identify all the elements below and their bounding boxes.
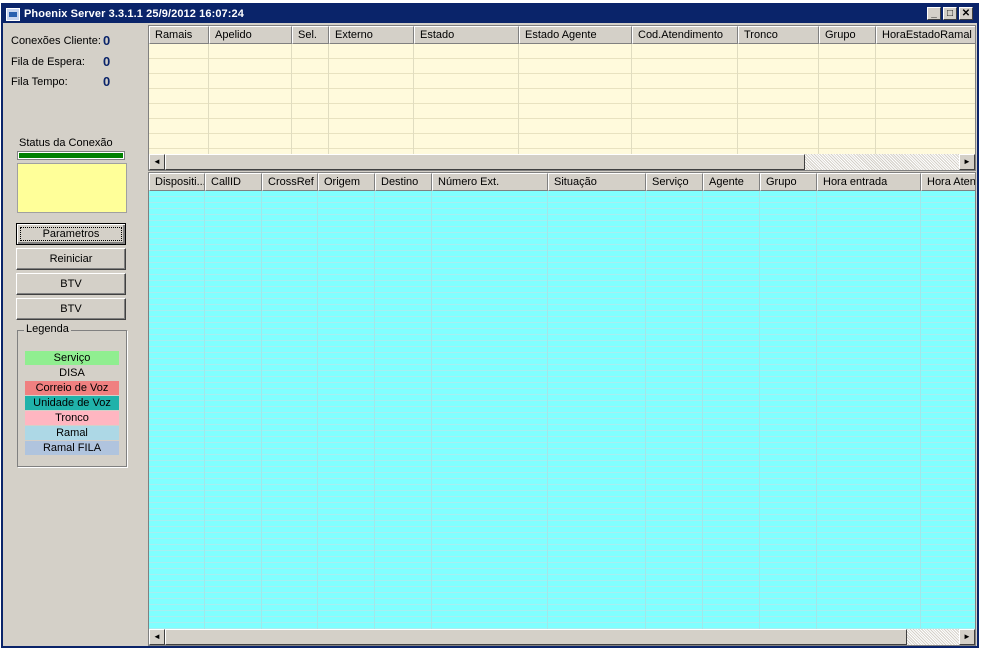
ramais-grid[interactable]: Ramais Apelido Sel. Externo Estado Estado Age… xyxy=(148,25,976,171)
title-bar[interactable]: Phoenix Server 3.3.1.1 25/9/2012 16:07:2… xyxy=(3,5,977,23)
column-header[interactable]: Grupo xyxy=(760,173,817,191)
column-divider xyxy=(328,44,329,154)
column-header[interactable]: Serviço xyxy=(646,173,703,191)
legend-title: Legenda xyxy=(24,323,71,335)
column-divider xyxy=(518,44,519,154)
btv-button-1[interactable]: BTV xyxy=(16,273,126,295)
column-divider xyxy=(875,44,876,154)
column-divider xyxy=(431,191,432,629)
scroll-left-icon[interactable]: ◄ xyxy=(149,629,165,645)
column-header[interactable]: Hora Atend xyxy=(921,173,975,191)
scroll-thumb[interactable] xyxy=(165,629,907,645)
parametros-button[interactable]: Parametros xyxy=(16,223,126,245)
column-divider xyxy=(261,191,262,629)
legend-item: Ramal xyxy=(25,426,119,440)
column-header[interactable]: Externo xyxy=(329,26,414,44)
window-title: Phoenix Server 3.3.1.1 25/9/2012 16:07:2… xyxy=(24,8,244,20)
stat-label: Fila Tempo: xyxy=(11,75,68,88)
column-divider xyxy=(631,44,632,154)
stat-value: 0 xyxy=(103,54,111,69)
scroll-right-icon[interactable]: ► xyxy=(959,629,975,645)
calls-grid[interactable]: Dispositi... CallID CrossRef Origem Destino N… xyxy=(148,172,976,646)
ramais-grid-rows xyxy=(149,44,975,154)
column-header[interactable]: Grupo xyxy=(819,26,876,44)
calls-grid-header: Dispositi... CallID CrossRef Origem Destino N… xyxy=(149,173,975,191)
app-window: Phoenix Server 3.3.1.1 25/9/2012 16:07:2… xyxy=(1,3,979,648)
column-header[interactable]: Agente xyxy=(703,173,760,191)
column-header[interactable]: Cod.Atendimento xyxy=(632,26,738,44)
column-header[interactable]: Estado xyxy=(414,26,519,44)
column-header[interactable]: Origem xyxy=(318,173,375,191)
scroll-thumb[interactable] xyxy=(165,154,805,170)
column-header[interactable]: Hora entrada xyxy=(817,173,921,191)
column-header[interactable]: Tronco xyxy=(738,26,819,44)
left-panel: Conexões Cliente: 0 Fila de Espera: 0 Fi… xyxy=(3,23,145,646)
legend-item: Unidade de Voz xyxy=(25,396,119,410)
scroll-right-icon[interactable]: ► xyxy=(959,154,975,170)
parametros-label: Parametros xyxy=(19,227,123,241)
legend-item: Ramal FILA xyxy=(25,441,119,455)
calls-grid-rows xyxy=(149,191,975,629)
stat-label: Conexões Cliente: xyxy=(11,34,101,47)
column-divider xyxy=(737,44,738,154)
column-divider xyxy=(759,191,760,629)
connection-status-box xyxy=(17,163,127,213)
scroll-left-icon[interactable]: ◄ xyxy=(149,154,165,170)
maximize-button[interactable]: □ xyxy=(943,7,957,20)
column-divider xyxy=(818,44,819,154)
stat-value: 0 xyxy=(103,74,111,89)
close-button[interactable]: ✕ xyxy=(959,7,973,20)
ramais-horizontal-scrollbar[interactable]: ◄ ► xyxy=(149,154,975,170)
stat-fila-tempo: Fila Tempo: 0 xyxy=(11,74,110,89)
app-icon xyxy=(6,7,20,21)
column-header[interactable]: Situação xyxy=(548,173,646,191)
calls-horizontal-scrollbar[interactable]: ◄ ► xyxy=(149,629,975,645)
column-header[interactable]: Destino xyxy=(375,173,432,191)
stat-value: 0 xyxy=(103,33,111,48)
progress-fill xyxy=(19,153,123,158)
stat-fila-espera: Fila de Espera: 0 xyxy=(11,54,110,69)
column-divider xyxy=(374,191,375,629)
legend-item: Serviço xyxy=(25,351,119,365)
column-divider xyxy=(816,191,817,629)
stat-label: Fila de Espera: xyxy=(11,55,85,68)
column-divider xyxy=(413,44,414,154)
minimize-button[interactable]: _ xyxy=(927,7,941,20)
column-divider xyxy=(204,191,205,629)
column-header[interactable]: Sel. xyxy=(292,26,329,44)
legend-item: DISA xyxy=(25,366,119,380)
legend-item: Correio de Voz xyxy=(25,381,119,395)
column-header[interactable]: Estado Agente xyxy=(519,26,632,44)
stat-conexoes-cliente: Conexões Cliente: 0 xyxy=(11,33,110,48)
column-divider xyxy=(645,191,646,629)
column-divider xyxy=(702,191,703,629)
column-header[interactable]: CallID xyxy=(205,173,262,191)
column-divider xyxy=(317,191,318,629)
column-header[interactable]: Apelido xyxy=(209,26,292,44)
connection-status-label: Status da Conexão xyxy=(19,137,113,149)
column-header[interactable]: HoraEstadoRamal xyxy=(876,26,975,44)
btv-button-2[interactable]: BTV xyxy=(16,298,126,320)
column-divider xyxy=(920,191,921,629)
ramais-grid-header: Ramais Apelido Sel. Externo Estado Estado Age… xyxy=(149,26,975,44)
column-header[interactable]: Ramais xyxy=(149,26,209,44)
column-header[interactable]: Dispositi... xyxy=(149,173,205,191)
column-divider xyxy=(291,44,292,154)
column-header[interactable]: Número Ext. xyxy=(432,173,548,191)
legend-group: Legenda Serviço DISA Correio de Voz Unidade… xyxy=(17,323,127,467)
reiniciar-button[interactable]: Reiniciar xyxy=(16,248,126,270)
column-header[interactable]: CrossRef xyxy=(262,173,318,191)
column-divider xyxy=(208,44,209,154)
column-divider xyxy=(547,191,548,629)
legend-item: Tronco xyxy=(25,411,119,425)
connection-progress-bar xyxy=(17,151,125,160)
